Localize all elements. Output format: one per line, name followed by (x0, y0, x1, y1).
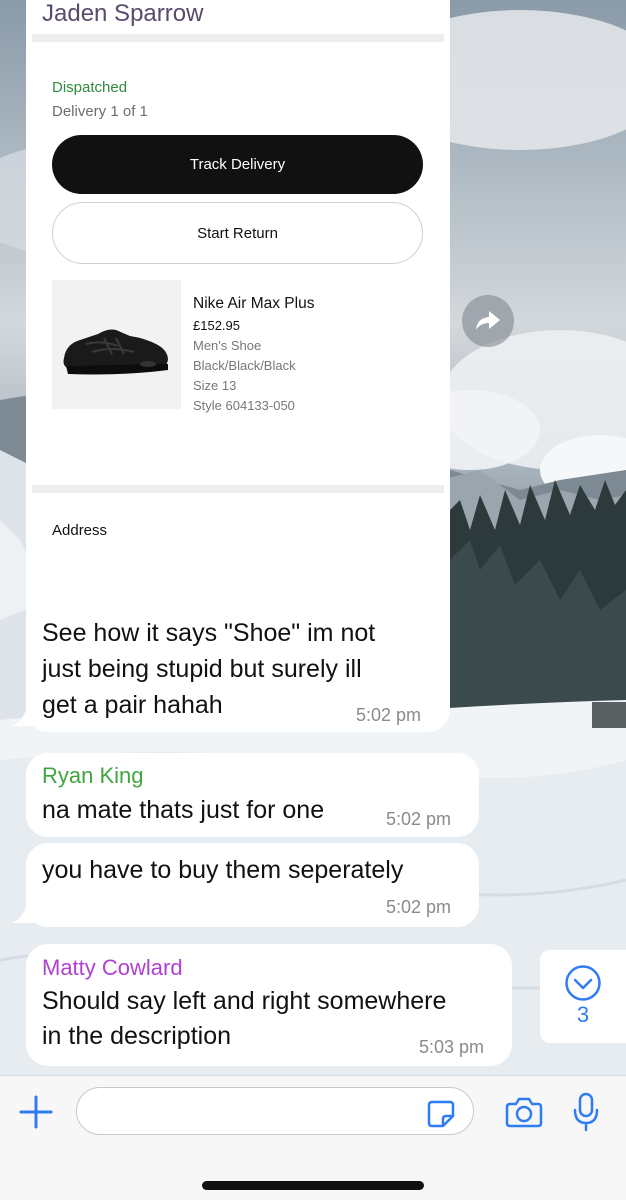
product-price: £152.95 (193, 318, 240, 333)
message-line: just being stupid but surely ill (42, 655, 362, 683)
message-text-input[interactable] (76, 1087, 474, 1135)
unread-count-badge: 3 (576, 1002, 590, 1027)
product-size: Size 13 (193, 378, 237, 393)
home-indicator (202, 1181, 424, 1190)
product-image[interactable] (52, 280, 181, 409)
card-divider (32, 34, 444, 42)
bubble-tail (12, 897, 38, 923)
message-input-bar (0, 1075, 626, 1200)
microphone-icon (573, 1092, 599, 1132)
message-timestamp: 5:03 pm (419, 1037, 485, 1057)
sticker-button[interactable] (423, 1096, 459, 1132)
message-bubble[interactable]: you have to buy them seperately 5:02 pm (26, 843, 479, 927)
message-sender-name: Matty Cowlard (42, 955, 183, 980)
message-line: get a pair hahah (42, 691, 223, 719)
message-line: in the description (42, 1022, 232, 1050)
card-divider (32, 485, 444, 493)
start-return-button[interactable]: Start Return (52, 202, 423, 264)
message-line: See how it says "Shoe" im not (42, 619, 376, 647)
product-style: Style 604133-050 (193, 398, 295, 413)
card-sender-name: Jaden Sparrow (42, 0, 204, 27)
track-delivery-button[interactable]: Track Delivery (52, 135, 423, 194)
message-timestamp: 5:02 pm (356, 705, 422, 725)
plus-icon (19, 1095, 53, 1129)
message-line: you have to buy them seperately (42, 856, 404, 884)
microphone-button[interactable] (566, 1090, 606, 1134)
bubble-tail (12, 700, 38, 726)
message-line: na mate thats just for one (42, 796, 325, 824)
delivery-count: Delivery 1 of 1 (52, 103, 148, 120)
message-bubble[interactable]: Matty Cowlard Should say left and right … (26, 944, 512, 1066)
scroll-to-bottom-button[interactable]: 3 (540, 950, 626, 1043)
address-label: Address (52, 522, 108, 539)
order-status: Dispatched (52, 79, 128, 96)
camera-button[interactable] (503, 1091, 545, 1133)
sticker-icon (427, 1100, 455, 1128)
product-color: Black/Black/Black (193, 358, 296, 373)
message-sender-name: Ryan King (42, 763, 144, 788)
message-timestamp: 5:02 pm (386, 897, 452, 917)
forward-button[interactable] (462, 295, 514, 347)
chevron-down-circle-icon (565, 965, 601, 1001)
message-timestamp: 5:02 pm (386, 809, 452, 829)
camera-icon (505, 1097, 543, 1128)
message-bubble[interactable]: Ryan King na mate thats just for one 5:0… (26, 753, 479, 837)
product-name: Nike Air Max Plus (193, 295, 315, 312)
attach-button[interactable] (16, 1092, 56, 1132)
product-category: Men's Shoe (193, 338, 262, 353)
shoe-image (63, 329, 168, 375)
forward-arrow-icon (476, 311, 500, 330)
message-line: Should say left and right somewhere (42, 987, 447, 1015)
forwarded-order-card[interactable]: Jaden Sparrow Dispatched Delivery 1 of 1… (26, 0, 450, 732)
